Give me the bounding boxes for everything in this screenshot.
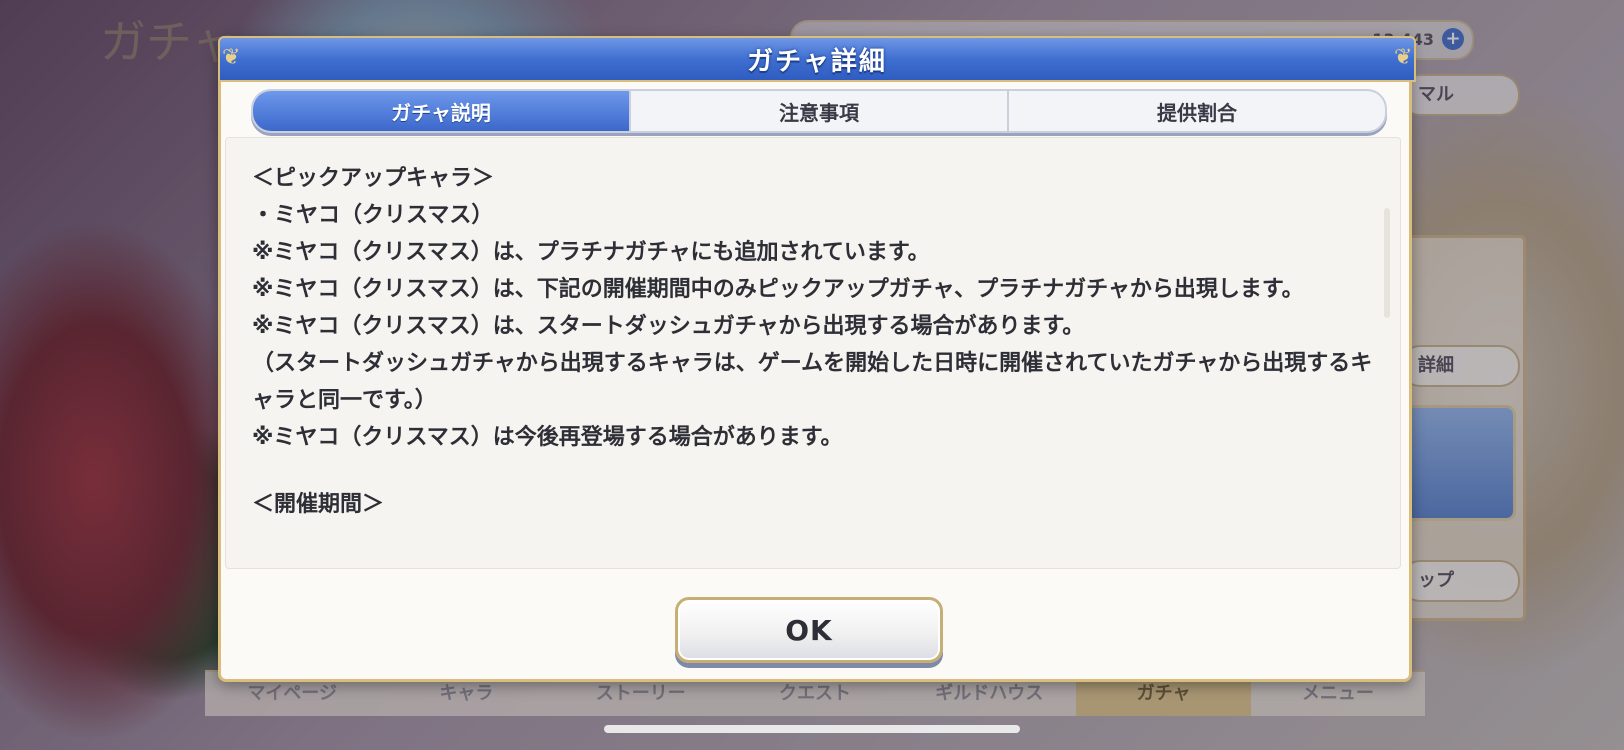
- text-line: ※ミヤコ（クリスマス）は、プラチナガチャにも追加されています。: [252, 240, 930, 265]
- home-indicator[interactable]: [604, 725, 1020, 733]
- ornament-right-icon: ❦: [1394, 45, 1413, 70]
- description-scroll-area[interactable]: ＜ピックアップキャラ＞ ・ミヤコ（クリスマス） ※ミヤコ（クリスマス）は、プラチ…: [225, 137, 1401, 569]
- tab-notes[interactable]: 注意事項: [631, 91, 1009, 131]
- dialog-tabs: ガチャ説明 注意事項 提供割合: [251, 89, 1387, 133]
- text-line: ＜ピックアップキャラ＞: [252, 166, 495, 191]
- scrollbar[interactable]: [1384, 208, 1390, 318]
- tab-drop-rates[interactable]: 提供割合: [1009, 91, 1385, 131]
- gacha-details-dialog: ❦ ガチャ詳細 ❦ ガチャ説明 注意事項 提供割合 ＜ピックアップキャラ＞ ・ミ…: [218, 36, 1416, 682]
- ornament-left-icon: ❦: [222, 45, 241, 70]
- tab-gacha-description[interactable]: ガチャ説明: [253, 91, 631, 131]
- dialog-title: ガチャ詳細: [747, 46, 887, 77]
- dialog-header: ❦ ガチャ詳細 ❦: [218, 36, 1416, 82]
- text-line: ※ミヤコ（クリスマス）は今後再登場する場合があります。: [252, 425, 843, 450]
- ok-button[interactable]: OK: [675, 597, 943, 663]
- text-line: （スタートダッシュガチャから出現するキャラは、ゲームを開始した日時に開催されてい…: [252, 351, 1373, 413]
- text-line: ・ミヤコ（クリスマス）: [252, 203, 494, 228]
- text-line: ＜開催期間＞: [252, 492, 385, 517]
- text-line: ※ミヤコ（クリスマス）は、下記の開催期間中のみピックアップガチャ、プラチナガチャ…: [252, 277, 1304, 302]
- description-text: ＜ピックアップキャラ＞ ・ミヤコ（クリスマス） ※ミヤコ（クリスマス）は、プラチ…: [226, 138, 1400, 523]
- text-line: ※ミヤコ（クリスマス）は、スタートダッシュガチャから出現する場合があります。: [252, 314, 1085, 339]
